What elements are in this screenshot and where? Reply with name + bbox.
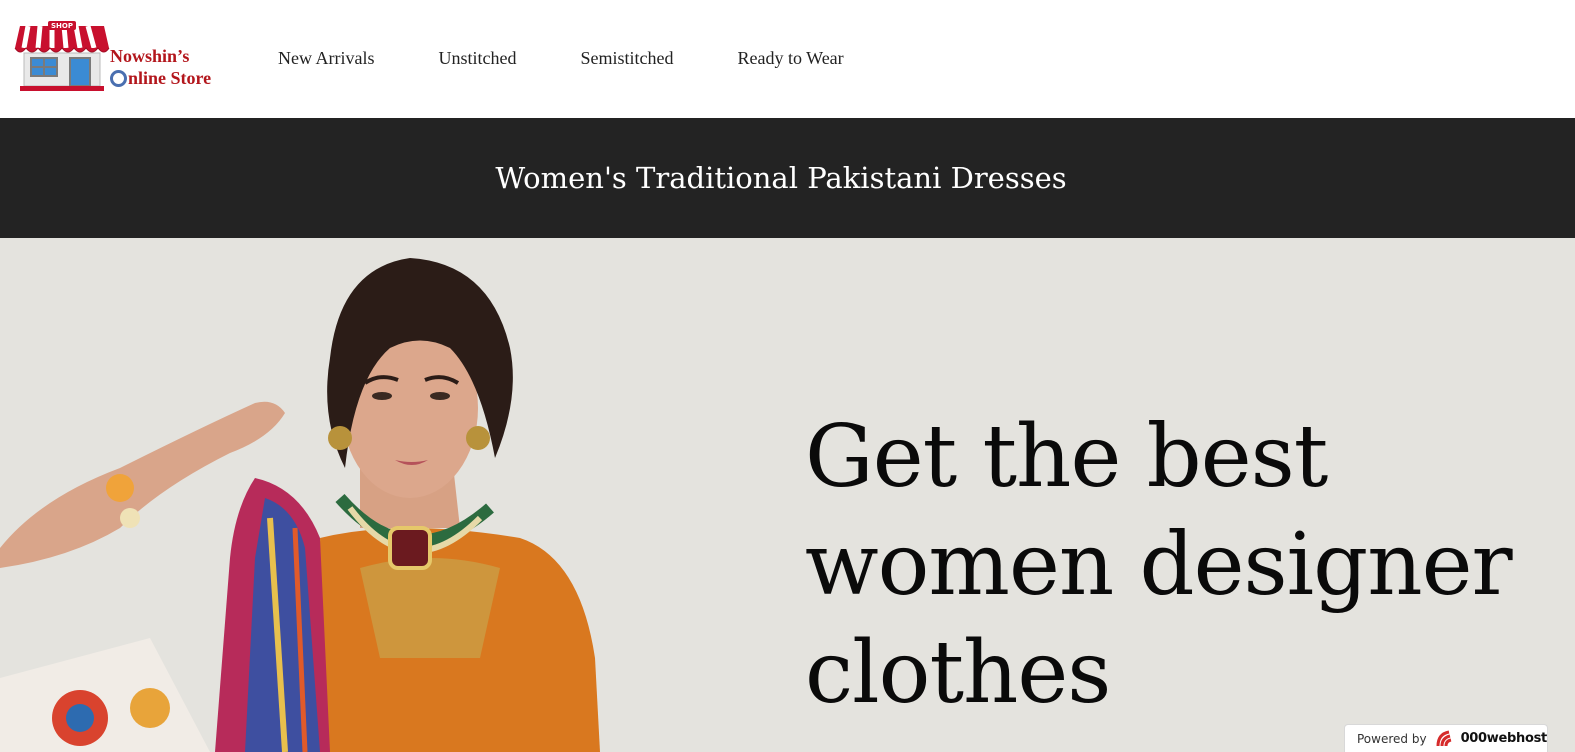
shop-storefront-icon: SHOP: [14, 21, 110, 91]
nav-new-arrivals[interactable]: New Arrivals: [278, 48, 374, 69]
webhost-logo-icon: [1436, 730, 1451, 746]
hero-section: Get the best women designer clothes: [0, 238, 1575, 752]
banner-title: Women's Traditional Pakistani Dresses: [495, 161, 1067, 195]
logo-line-2: nline Store: [110, 67, 211, 89]
main-nav: New Arrivals Unstitched Semistitched Rea…: [278, 48, 844, 69]
logo-line-1: Nowshin’s: [110, 46, 190, 66]
nav-semistitched[interactable]: Semistitched: [580, 48, 673, 69]
powered-by-badge[interactable]: Powered by 000webhost: [1344, 724, 1548, 752]
hero-model-image: [0, 258, 600, 752]
hero-headline-line-2: women designer: [805, 515, 1513, 615]
shop-badge-text: SHOP: [51, 22, 73, 30]
nav-unstitched[interactable]: Unstitched: [438, 48, 516, 69]
hero-headline-line-1: Get the best: [805, 407, 1328, 507]
webhost-brand-text: 000webhost: [1460, 731, 1548, 746]
powered-by-label: Powered by: [1357, 731, 1427, 746]
hero-headline-line-3: clothes: [805, 623, 1111, 723]
hero-headline: Get the best women designer clothes: [805, 403, 1545, 727]
nav-ready-to-wear[interactable]: Ready to Wear: [737, 48, 843, 69]
logo-line-2-text: nline Store: [128, 68, 212, 88]
logo-wordmark: Nowshin’s nline Store: [110, 45, 211, 89]
top-navigation-bar: SHOP Nowshin’s nline Store New Arrivals …: [0, 0, 1575, 118]
logo-o-ring-icon: [110, 70, 127, 87]
site-logo[interactable]: SHOP Nowshin’s nline Store: [14, 20, 224, 94]
category-banner: Women's Traditional Pakistani Dresses: [0, 118, 1575, 238]
